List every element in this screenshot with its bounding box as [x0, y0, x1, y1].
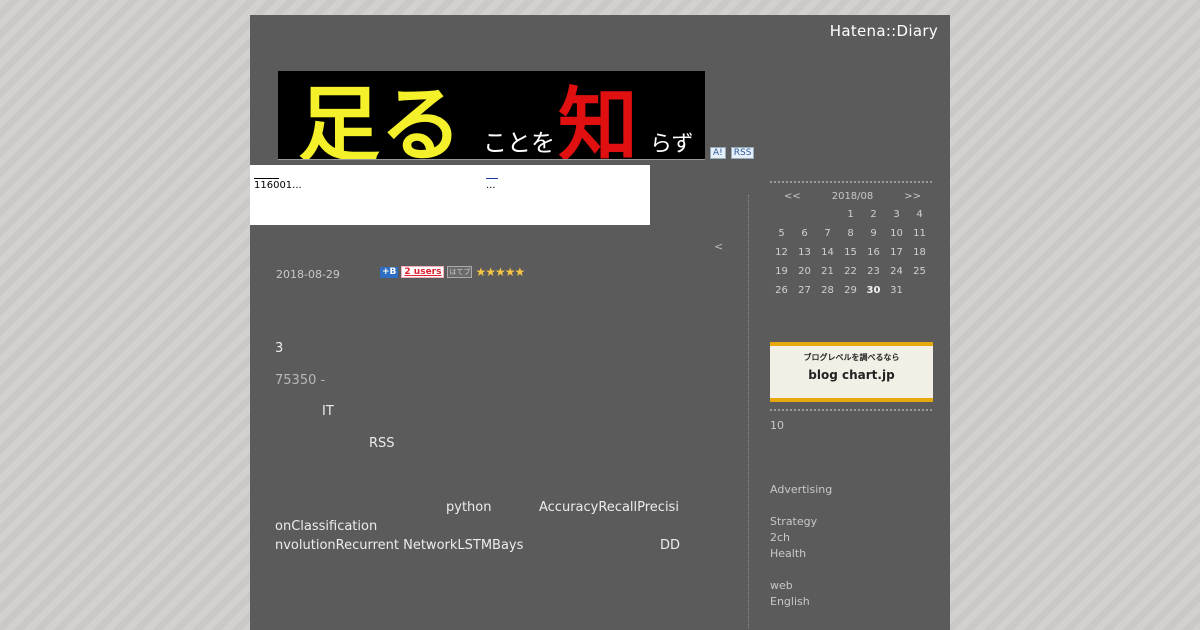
- entry-line-5b: AccuracyRecallPrecisi: [539, 500, 679, 515]
- entry-line-3: IT: [322, 404, 334, 419]
- ad-right-rule: [486, 178, 498, 179]
- calendar-day[interactable]: 26: [770, 281, 793, 300]
- blog-title-banner[interactable]: 足る ことを 知 らず: [278, 71, 705, 160]
- category-english[interactable]: English: [770, 595, 810, 608]
- diary-page: Hatena::Diary 足る ことを 知 らず A! RSS 116001.…: [250, 15, 950, 630]
- calendar-day[interactable]: 5: [770, 224, 793, 243]
- entry-line-5a: python: [446, 500, 492, 515]
- calendar: << 2018/08 >> 1 2 3 4 5 6 7 8 9 10 11 12 13 14 15 16 17 1…: [770, 191, 935, 300]
- entry-line-6: onClassification: [275, 519, 378, 534]
- calendar-day[interactable]: 4: [908, 205, 931, 224]
- calendar-empty-cell: [816, 205, 839, 224]
- calendar-day[interactable]: 10: [885, 224, 908, 243]
- blogchart-caption: ブログレベルを調べるなら: [803, 353, 900, 362]
- banner-title-kanji: 知: [558, 79, 638, 159]
- calendar-grid: 1 2 3 4 5 6 7 8 9 10 11 12 13 14 15 16 17 18 19 20 21 22 23 24 2…: [770, 205, 931, 300]
- calendar-day[interactable]: 3: [885, 205, 908, 224]
- calendar-day[interactable]: 29: [839, 281, 862, 300]
- entry-line-2: 75350 -: [275, 373, 326, 388]
- calendar-day[interactable]: 28: [816, 281, 839, 300]
- calendar-empty-cell: [793, 205, 816, 224]
- calendar-day[interactable]: 9: [862, 224, 885, 243]
- calendar-day[interactable]: 14: [816, 243, 839, 262]
- sidebar-rule-mid: [770, 409, 932, 411]
- calendar-day[interactable]: 19: [770, 262, 793, 281]
- calendar-month[interactable]: 2018/08: [832, 191, 874, 202]
- sidebar-count: 10: [770, 419, 784, 432]
- category-strategy[interactable]: Strategy: [770, 515, 817, 528]
- entry-line-7b: DD: [660, 538, 681, 553]
- column-divider: [748, 195, 749, 630]
- calendar-day[interactable]: 15: [839, 243, 862, 262]
- calendar-day[interactable]: 16: [862, 243, 885, 262]
- calendar-day[interactable]: 31: [885, 281, 908, 300]
- entry-line-1: 3: [275, 341, 284, 356]
- category-health[interactable]: Health: [770, 547, 806, 560]
- calendar-day[interactable]: 12: [770, 243, 793, 262]
- calendar-empty-cell: [770, 205, 793, 224]
- calendar-header: << 2018/08 >>: [770, 191, 935, 202]
- calendar-week: 19 20 21 22 23 24 25: [770, 262, 931, 281]
- calendar-day[interactable]: 21: [816, 262, 839, 281]
- banner-title-end: らず: [650, 132, 694, 157]
- calendar-day[interactable]: 20: [793, 262, 816, 281]
- rss-badge[interactable]: RSS: [730, 147, 755, 159]
- category-web[interactable]: web: [770, 579, 793, 592]
- ad-left-rule: [254, 178, 279, 179]
- ad-right-text: ...: [486, 180, 496, 191]
- calendar-day[interactable]: 25: [908, 262, 931, 281]
- calendar-week: 1234: [770, 205, 931, 224]
- star-add-button[interactable]: はてブ: [447, 266, 473, 278]
- feed-badges: A! RSS: [710, 147, 755, 159]
- calendar-day[interactable]: 2: [862, 205, 885, 224]
- star-rating[interactable]: ★★★★★: [475, 265, 525, 279]
- ad-left[interactable]: 116001...: [254, 178, 302, 191]
- calendar-day[interactable]: 17: [885, 243, 908, 262]
- entry-date[interactable]: 2018-08-29: [276, 268, 340, 281]
- calendar-day[interactable]: 11: [908, 224, 931, 243]
- add-bookmark-icon[interactable]: +B: [380, 266, 399, 278]
- banner-title-mid: ことを: [483, 129, 555, 157]
- calendar-prev[interactable]: <<: [784, 191, 801, 202]
- calendar-day[interactable]: 6: [793, 224, 816, 243]
- calendar-day[interactable]: 22: [839, 262, 862, 281]
- calendar-week: 12 13 14 15 16 17 18: [770, 243, 931, 262]
- antenna-badge[interactable]: A!: [710, 147, 726, 159]
- calendar-day[interactable]: 7: [816, 224, 839, 243]
- calendar-day[interactable]: 27: [793, 281, 816, 300]
- ad-box[interactable]: 116001... ...: [250, 165, 650, 225]
- entry-line-7a: nvolutionRecurrent NetworkLSTMBays: [275, 538, 524, 553]
- calendar-day[interactable]: 18: [908, 243, 931, 262]
- bookmark-row: +B 2 users はてブ ★★★★★: [380, 265, 525, 279]
- bookmark-users-count[interactable]: 2 users: [401, 266, 445, 278]
- calendar-day[interactable]: 8: [839, 224, 862, 243]
- category-advertising[interactable]: Advertising: [770, 483, 832, 496]
- hatena-diary-logo[interactable]: Hatena::Diary: [830, 22, 938, 40]
- calendar-week: 5 6 7 8 9 10 11: [770, 224, 931, 243]
- prev-entry-link[interactable]: <: [714, 240, 723, 253]
- category-2ch[interactable]: 2ch: [770, 531, 790, 544]
- calendar-day[interactable]: 24: [885, 262, 908, 281]
- entry-line-4: RSS: [369, 436, 395, 451]
- calendar-week: 26 27 28 29 30 31: [770, 281, 931, 300]
- blogchart-banner[interactable]: ブログレベルを調べるなら blog chart.jp: [770, 342, 933, 402]
- calendar-day[interactable]: 23: [862, 262, 885, 281]
- calendar-day[interactable]: 30: [862, 281, 885, 300]
- ad-left-text: 116001...: [254, 180, 302, 191]
- blogchart-logo: blog chart.jp: [808, 368, 895, 382]
- banner-title-main: 足る: [298, 78, 462, 159]
- ad-right[interactable]: ...: [486, 178, 498, 191]
- calendar-next[interactable]: >>: [904, 191, 921, 202]
- calendar-day[interactable]: 13: [793, 243, 816, 262]
- sidebar-rule-top: [770, 181, 932, 183]
- calendar-day[interactable]: 1: [839, 205, 862, 224]
- calendar-empty-cell: [908, 281, 931, 300]
